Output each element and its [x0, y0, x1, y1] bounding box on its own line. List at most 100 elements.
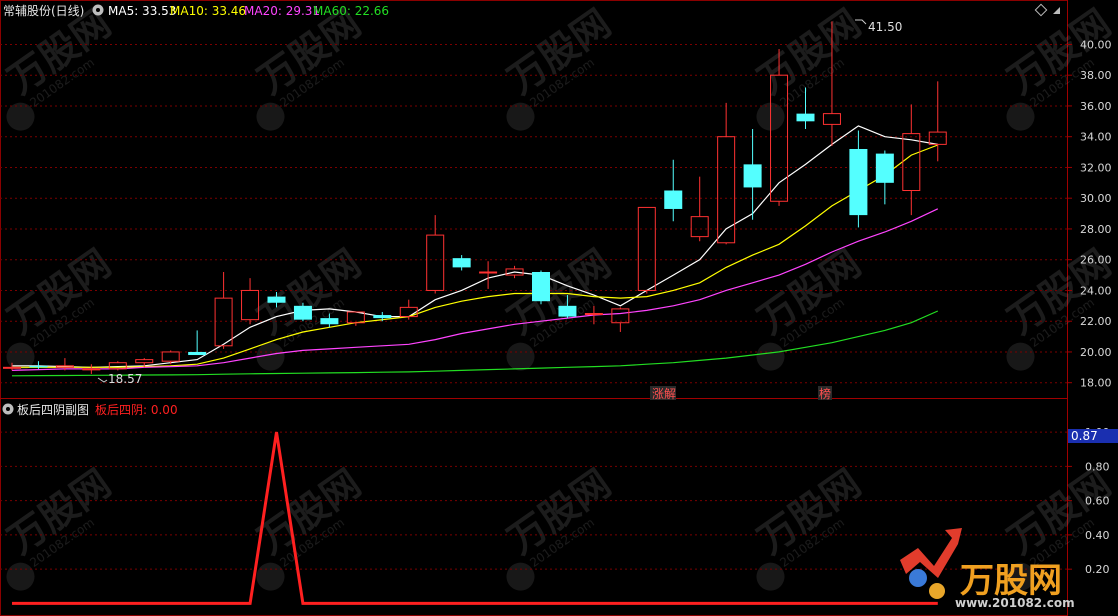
candle-body: [82, 368, 101, 371]
y-tick-label: 30.00: [1080, 192, 1112, 205]
candle-body: [849, 148, 868, 216]
candle-body: [584, 313, 603, 316]
candle-body: [690, 216, 709, 238]
y-tick-label: 28.00: [1080, 223, 1112, 236]
candle-body: [664, 190, 683, 209]
svg-text:0.87: 0.87: [1071, 429, 1098, 443]
candle-up: [717, 102, 736, 245]
gear-icon[interactable]: [2, 403, 14, 415]
diamond-icon[interactable]: [1034, 3, 1048, 17]
y-tick-label: 32.00: [1080, 161, 1112, 174]
ma10-label: MA10: 33.46: [170, 4, 246, 18]
watermark: 万股网201082.com: [750, 461, 869, 591]
stock-chart[interactable]: 万股网201082.com 万股网201082.com 万股网201082.com 万…: [0, 0, 1118, 616]
candle-body: [902, 133, 921, 192]
watermark: 万股网201082.com: [0, 461, 119, 591]
candle-body: [928, 131, 947, 145]
brand-name: 万股网: [960, 561, 1062, 601]
ma20-label: MA20: 29.31: [244, 4, 320, 18]
candle-body: [29, 365, 48, 368]
sub-indicator-label: 板后四阴: 0.00: [95, 403, 178, 417]
marker-label: 榜: [819, 386, 831, 401]
candle-up: [690, 176, 709, 242]
marker-label: 涨解: [652, 386, 676, 401]
sub-panel-title: 板后四阴副图: [17, 403, 89, 417]
watermark: 万股网201082.com: [500, 1, 619, 131]
y-tick-label: 0.40: [1085, 529, 1110, 542]
main-y-ticks: 18.00 20.00 22.00 24.00 26.00 28.00 30.00 32.00…: [1067, 38, 1112, 390]
watermark: 万股网201082.com: [0, 1, 119, 131]
candle-up: [637, 206, 656, 294]
candle-body: [320, 318, 339, 325]
watermark: 万股网201082.com: [500, 241, 619, 371]
main-panel-title: 常辅股份(日线): [3, 4, 84, 18]
candle-body: [426, 234, 445, 291]
candle-up: [82, 364, 101, 374]
candle-up: [426, 215, 445, 294]
candle-body: [135, 359, 154, 364]
candle-body: [637, 206, 656, 291]
event-marker-1[interactable]: 涨解: [650, 386, 676, 401]
high-label: 41.50: [868, 20, 902, 34]
candle-body: [161, 351, 180, 362]
candle-body: [611, 308, 630, 324]
y-tick-label: 0.20: [1085, 563, 1110, 576]
low-label: 18.57: [108, 372, 142, 386]
candle-up: [928, 81, 947, 162]
y-tick-label: 22.00: [1080, 315, 1112, 328]
candle-up: [479, 261, 498, 289]
watermark: 万股网201082.com: [250, 461, 369, 591]
candle-down: [452, 255, 471, 271]
y-tick-label: 26.00: [1080, 254, 1112, 267]
sub-panel-header: 板后四阴副图 板后四阴: 0.00: [2, 403, 178, 417]
candle-down: [664, 159, 683, 222]
candle-body: [399, 306, 418, 318]
candle-body: [822, 113, 841, 125]
candle-body: [479, 271, 498, 274]
watermark-layer: 万股网201082.com 万股网201082.com 万股网201082.com 万…: [0, 1, 1118, 591]
y-tick-label: 0.80: [1085, 460, 1110, 473]
candle-down: [188, 330, 207, 356]
candle-body: [717, 136, 736, 244]
event-marker-2[interactable]: 榜: [818, 386, 832, 401]
candle-down: [849, 130, 868, 228]
candle-down: [875, 150, 894, 205]
y-tick-label: 0.60: [1085, 495, 1110, 508]
y-tick-label: 34.00: [1080, 131, 1112, 144]
candle-body: [188, 351, 207, 356]
watermark: 万股网201082.com: [250, 1, 369, 131]
candle-up: [399, 299, 418, 320]
candle-up: [611, 307, 630, 332]
y-tick-label: 24.00: [1080, 284, 1112, 297]
watermark: 万股网201082.com: [500, 461, 619, 591]
candle-body: [108, 362, 127, 370]
candle-body: [875, 153, 894, 183]
candle-body: [452, 258, 471, 268]
low-annotation: 18.57: [97, 372, 142, 386]
watermark: 万股网201082.com: [0, 241, 119, 371]
candle-up: [108, 361, 127, 371]
candle-up: [214, 271, 233, 349]
candle-body: [558, 305, 577, 317]
candle-body: [214, 297, 233, 347]
candle-body: [3, 366, 21, 369]
brand-site: www.201082.com: [955, 596, 1075, 610]
y-tick-label: 36.00: [1080, 100, 1112, 113]
ma60-label: MA60: 22.66: [313, 4, 389, 18]
candle-body: [532, 271, 550, 302]
y-tick-label: 20.00: [1080, 346, 1112, 359]
candle-body: [293, 305, 312, 320]
y-tick-label: 18.00: [1080, 377, 1112, 390]
gear-icon[interactable]: [92, 4, 104, 16]
tri-icon[interactable]: [1053, 7, 1060, 14]
candle-body: [796, 113, 815, 122]
ma5-label: MA5: 33.53: [108, 4, 176, 18]
candle-down: [532, 270, 550, 305]
y-tick-label: 40.00: [1080, 38, 1112, 51]
candle-body: [267, 296, 286, 303]
current-value-badge: 0.87: [1068, 429, 1118, 443]
y-tick-label: 38.00: [1080, 69, 1112, 82]
main-panel-header: 常辅股份(日线) MA5: 33.53 MA10: 33.46 MA20: 29…: [3, 4, 389, 18]
watermark: 万股网201082.com: [750, 241, 869, 371]
candle-body: [373, 315, 392, 319]
